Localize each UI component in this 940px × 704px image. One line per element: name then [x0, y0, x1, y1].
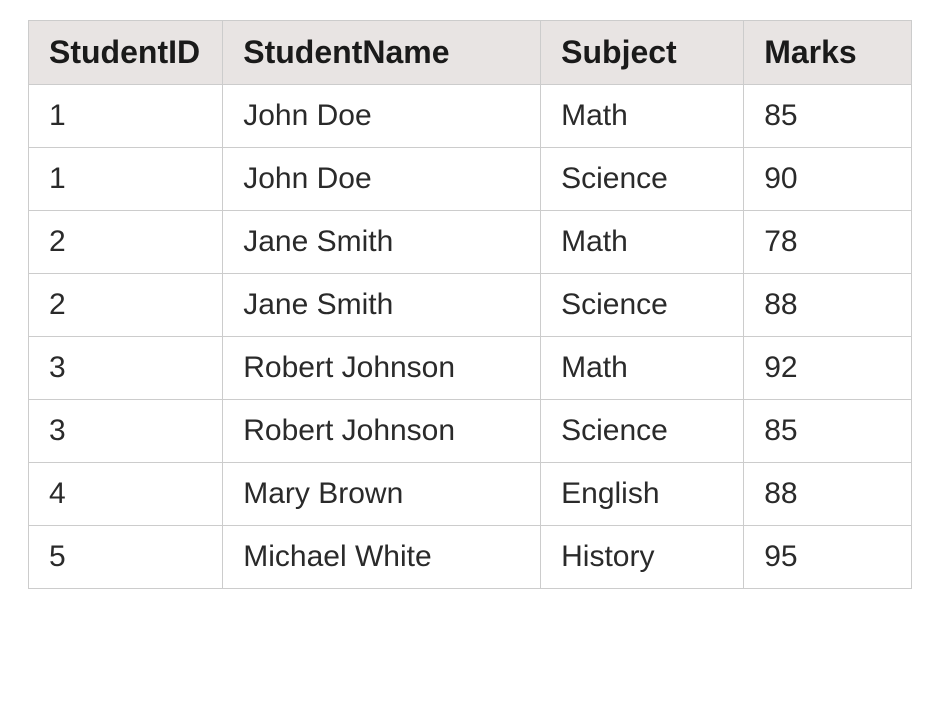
cell-student-name: Robert Johnson — [223, 400, 541, 463]
table-row: 2 Jane Smith Math 78 — [29, 211, 912, 274]
header-subject: Subject — [541, 21, 744, 85]
cell-student-name: Jane Smith — [223, 211, 541, 274]
cell-student-name: John Doe — [223, 148, 541, 211]
cell-subject: English — [541, 463, 744, 526]
table-row: 3 Robert Johnson Math 92 — [29, 337, 912, 400]
cell-student-name: John Doe — [223, 85, 541, 148]
cell-marks: 95 — [744, 526, 912, 589]
cell-subject: Math — [541, 337, 744, 400]
table-row: 1 John Doe Science 90 — [29, 148, 912, 211]
cell-marks: 92 — [744, 337, 912, 400]
cell-marks: 85 — [744, 85, 912, 148]
cell-student-name: Robert Johnson — [223, 337, 541, 400]
cell-marks: 88 — [744, 463, 912, 526]
cell-marks: 88 — [744, 274, 912, 337]
cell-marks: 90 — [744, 148, 912, 211]
cell-student-name: Michael White — [223, 526, 541, 589]
cell-student-name: Mary Brown — [223, 463, 541, 526]
cell-student-id: 3 — [29, 400, 223, 463]
cell-subject: Science — [541, 148, 744, 211]
cell-subject: Math — [541, 211, 744, 274]
cell-marks: 78 — [744, 211, 912, 274]
cell-student-id: 2 — [29, 211, 223, 274]
cell-subject: Science — [541, 274, 744, 337]
table-row: 4 Mary Brown English 88 — [29, 463, 912, 526]
student-marks-table: StudentID StudentName Subject Marks 1 Jo… — [28, 20, 912, 589]
table-row: 3 Robert Johnson Science 85 — [29, 400, 912, 463]
table-row: 1 John Doe Math 85 — [29, 85, 912, 148]
cell-student-id: 1 — [29, 148, 223, 211]
cell-student-id: 4 — [29, 463, 223, 526]
cell-student-id: 2 — [29, 274, 223, 337]
table-row: 5 Michael White History 95 — [29, 526, 912, 589]
header-student-id: StudentID — [29, 21, 223, 85]
header-student-name: StudentName — [223, 21, 541, 85]
cell-subject: Math — [541, 85, 744, 148]
cell-student-id: 5 — [29, 526, 223, 589]
table-header-row: StudentID StudentName Subject Marks — [29, 21, 912, 85]
header-marks: Marks — [744, 21, 912, 85]
cell-student-id: 1 — [29, 85, 223, 148]
cell-subject: History — [541, 526, 744, 589]
cell-student-id: 3 — [29, 337, 223, 400]
cell-marks: 85 — [744, 400, 912, 463]
table-row: 2 Jane Smith Science 88 — [29, 274, 912, 337]
cell-subject: Science — [541, 400, 744, 463]
cell-student-name: Jane Smith — [223, 274, 541, 337]
